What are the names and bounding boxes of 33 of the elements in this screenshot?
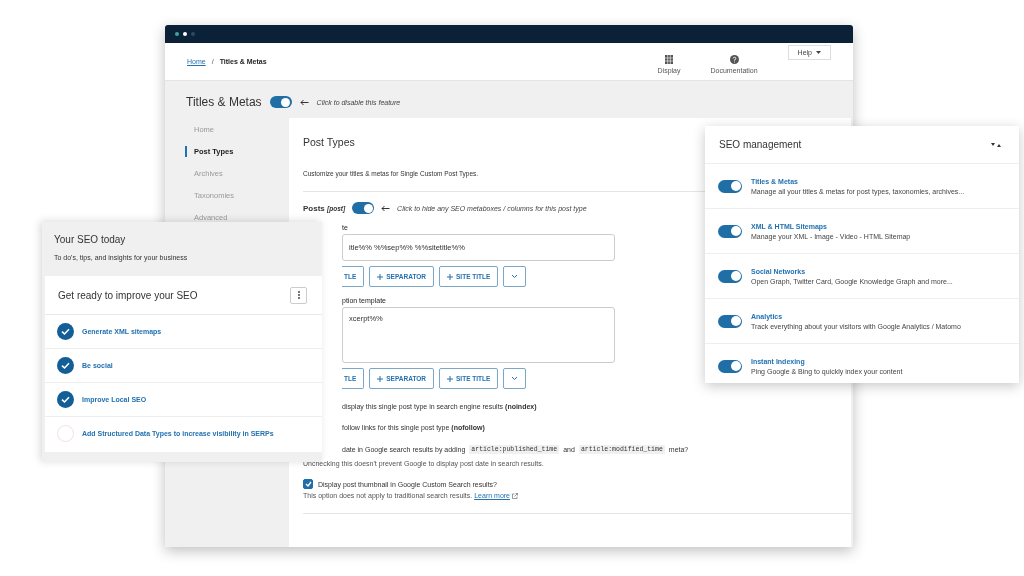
page-title: Titles & Metas (186, 95, 262, 109)
toggle-switch[interactable] (718, 314, 742, 328)
plus-icon (447, 273, 453, 280)
external-link-icon (512, 492, 518, 499)
panel-title: SEO management (719, 139, 802, 150)
more-variables-button[interactable] (503, 368, 527, 389)
toggle-switch[interactable] (718, 179, 742, 193)
sort-icon[interactable] (991, 141, 1001, 148)
panel-title: Your SEO today (53, 233, 127, 245)
plus-icon (447, 375, 453, 382)
card-title: Post Types (303, 136, 355, 148)
toggle-switch[interactable] (352, 202, 375, 214)
chevron-down-icon (511, 274, 519, 279)
arrow-left-icon (381, 204, 391, 212)
more-variables-button[interactable] (503, 266, 527, 287)
chevron-down-icon (511, 376, 519, 381)
plus-icon (377, 375, 384, 382)
check-circle-icon[interactable] (57, 357, 74, 374)
checkbox[interactable] (303, 479, 313, 489)
toggle-switch[interactable] (718, 224, 742, 238)
more-options-button[interactable] (290, 286, 307, 304)
toggle-switch[interactable] (718, 359, 742, 373)
help-icon (729, 55, 739, 64)
kebab-menu-icon (297, 291, 300, 299)
check-circle-icon[interactable] (57, 391, 74, 408)
caret-down-icon (816, 51, 821, 54)
arrow-left-icon (299, 98, 309, 106)
plus-icon (377, 273, 384, 280)
grid-icon (665, 55, 673, 64)
toggle-switch[interactable] (269, 96, 292, 108)
toggle-switch[interactable] (718, 269, 742, 283)
card-title: Get ready to improve your SEO (58, 289, 198, 301)
check-circle-icon[interactable] (57, 323, 74, 340)
